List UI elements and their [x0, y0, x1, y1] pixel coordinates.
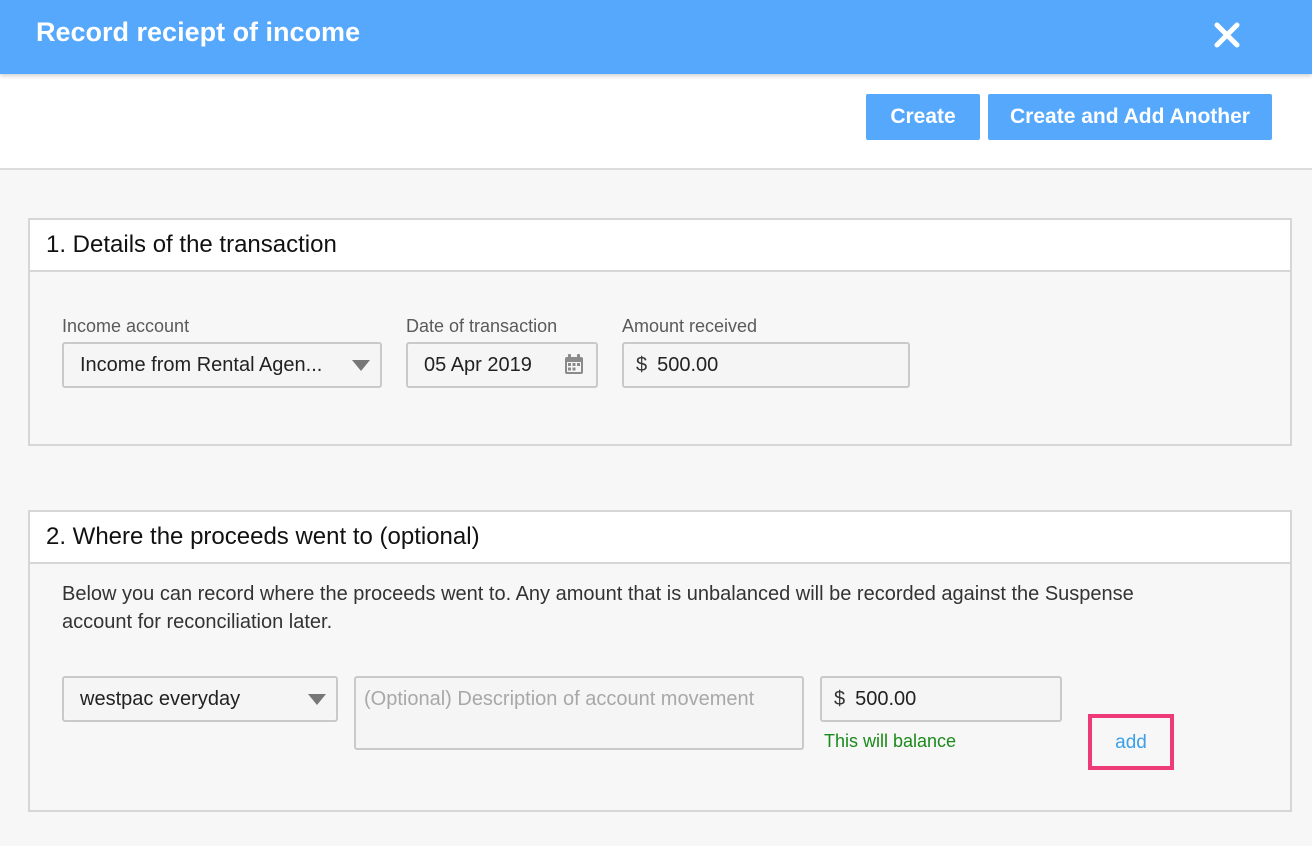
date-value: 05 Apr 2019	[424, 353, 532, 376]
proceeds-amount-value: 500.00	[855, 687, 917, 710]
date-label: Date of transaction	[406, 316, 558, 336]
proceeds-description-line-2: account for reconciliation later.	[62, 611, 333, 633]
dollar-sign-icon: $	[636, 353, 648, 376]
transaction-details-body: Income account Income from Rental Agen..…	[30, 272, 1290, 444]
create-button[interactable]: Create	[866, 94, 980, 140]
dollar-sign-icon: $	[834, 687, 846, 710]
proceeds-body: Below you can record where the proceeds …	[30, 564, 1290, 810]
dialog-title: Record reciept of income	[36, 17, 361, 47]
amount-received-value: 500.00	[657, 353, 719, 376]
proceeds-account-select[interactable]: westpac everyday	[62, 676, 338, 722]
section-heading: 1. Details of the transaction	[30, 220, 1290, 272]
transaction-details-panel: 1. Details of the transaction Income acc…	[28, 218, 1292, 446]
dialog-titlebar: Record reciept of income	[0, 0, 1312, 74]
close-icon[interactable]	[1210, 18, 1244, 52]
calendar-icon[interactable]	[564, 353, 584, 381]
movement-description-input[interactable]: (Optional) Description of account moveme…	[354, 676, 804, 750]
create-and-add-another-button[interactable]: Create and Add Another	[988, 94, 1272, 140]
movement-description-placeholder: (Optional) Description of account moveme…	[364, 688, 755, 710]
amount-received-label: Amount received	[622, 316, 758, 336]
proceeds-description-line-1: Below you can record where the proceeds …	[62, 583, 1134, 605]
proceeds-panel: 2. Where the proceeds went to (optional)…	[28, 510, 1292, 812]
income-account-value: Income from Rental Agen...	[80, 353, 323, 376]
add-link[interactable]: add	[1115, 732, 1147, 754]
chevron-down-icon	[308, 694, 326, 705]
action-toolbar: Create Create and Add Another	[0, 74, 1312, 170]
amount-received-field[interactable]: $ 500.00	[622, 342, 910, 388]
chevron-down-icon	[352, 360, 370, 371]
section-heading: 2. Where the proceeds went to (optional)	[30, 512, 1290, 564]
income-account-select[interactable]: Income from Rental Agen...	[62, 342, 382, 388]
proceeds-amount-field[interactable]: $ 500.00	[820, 676, 1062, 722]
balance-status: This will balance	[824, 731, 957, 751]
proceeds-account-value: westpac everyday	[80, 687, 241, 710]
date-field[interactable]: 05 Apr 2019	[406, 342, 598, 388]
add-row-highlight: add	[1088, 714, 1174, 770]
income-account-label: Income account	[62, 316, 190, 336]
